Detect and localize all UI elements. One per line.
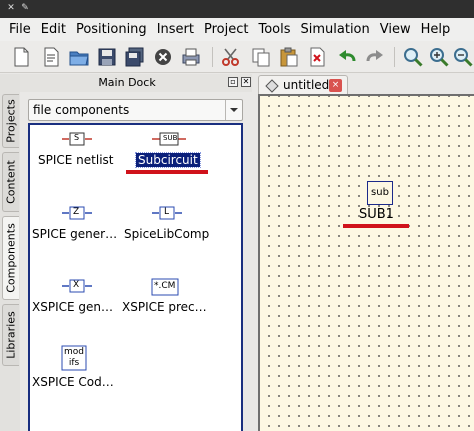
dock-title: Main Dock <box>98 76 156 89</box>
toolbar <box>0 41 474 73</box>
tab-projects-label: Projects <box>4 99 18 143</box>
xspice-codemodel-icon-text: mod ifs <box>64 347 84 368</box>
placed-subcircuit[interactable]: sub <box>367 181 393 205</box>
undo-icon[interactable] <box>336 46 358 68</box>
pin-icon[interactable]: ✎ <box>20 3 30 13</box>
tab-label: untitled <box>283 78 330 92</box>
save-icon[interactable] <box>96 46 118 68</box>
component-label-selected: Subcircuit <box>135 152 201 168</box>
component-label: SPICE netlist <box>38 153 114 167</box>
component-spice-netlist[interactable]: S SPICE netlist <box>30 131 125 179</box>
component-category-select[interactable]: file components <box>28 99 243 121</box>
zoom-fit-icon[interactable] <box>402 46 424 68</box>
dock-tabs: Projects Content Components Libraries <box>0 74 20 431</box>
tab-content-label: Content <box>4 160 18 204</box>
zoom-out-icon[interactable] <box>452 46 474 68</box>
window-close-icon[interactable]: ✕ <box>6 3 16 13</box>
xspice-precompiled-icon-text: *.CM <box>154 281 176 291</box>
save-all-icon[interactable] <box>124 46 146 68</box>
print-icon[interactable] <box>180 46 202 68</box>
close-file-icon[interactable] <box>152 46 174 68</box>
highlight-underline <box>343 224 409 228</box>
component-xspice-generic[interactable]: X XSPICE gen… <box>30 278 125 326</box>
component-spicelibcomp[interactable]: L SpiceLibComp <box>124 205 240 253</box>
redo-icon[interactable] <box>364 46 386 68</box>
component-label: XSPICE prec… <box>122 300 207 314</box>
spice-netlist-icon-text: S <box>74 133 80 142</box>
title-bar: ✕ ✎ <box>0 0 474 18</box>
new-file-icon[interactable] <box>10 46 32 68</box>
toolbar-separator <box>394 47 395 67</box>
spice-generic-icon-text: Z <box>73 207 80 217</box>
dock-float-icon[interactable]: ▫ <box>228 77 238 87</box>
menu-help[interactable]: Help <box>416 18 456 41</box>
subcircuit-icon-text: SUB <box>163 134 178 142</box>
menu-insert[interactable]: Insert <box>152 18 199 41</box>
delete-icon[interactable] <box>306 46 328 68</box>
menu-tools[interactable]: Tools <box>253 18 295 41</box>
menu-positioning[interactable]: Positioning <box>71 18 152 41</box>
chevron-down-icon[interactable] <box>225 100 242 120</box>
menu-simulation[interactable]: Simulation <box>296 18 375 41</box>
menu-bar: File Edit Positioning Insert Project Too… <box>0 18 474 41</box>
dock-close-icon[interactable]: ✕ <box>241 77 251 87</box>
schematic-canvas[interactable] <box>258 94 474 431</box>
zoom-in-icon[interactable] <box>428 46 450 68</box>
menu-edit[interactable]: Edit <box>36 18 71 41</box>
menu-project[interactable]: Project <box>199 18 253 41</box>
toolbar-separator <box>212 47 213 67</box>
tab-close-icon[interactable]: × <box>329 79 342 92</box>
tab-projects[interactable]: Projects <box>2 94 19 148</box>
open-folder-icon[interactable] <box>68 46 90 68</box>
component-label: SpiceLibComp <box>124 227 210 241</box>
tab-content[interactable]: Content <box>2 152 19 212</box>
app-window: ✕ ✎ File Edit Positioning Insert Project… <box>0 0 474 431</box>
new-text-icon[interactable] <box>40 46 62 68</box>
component-label: XSPICE Cod… <box>32 375 114 389</box>
component-label: SPICE gener… <box>32 227 118 241</box>
tab-libraries[interactable]: Libraries <box>2 304 19 366</box>
menu-view[interactable]: View <box>375 18 416 41</box>
component-list: S SPICE netlist SUB Subcircuit Z SPICE g… <box>28 123 243 431</box>
schematic-doc-icon <box>265 79 279 93</box>
component-spice-generic[interactable]: Z SPICE gener… <box>30 205 125 253</box>
cut-icon[interactable] <box>220 46 242 68</box>
highlight-underline <box>126 170 208 174</box>
component-label: XSPICE gen… <box>32 300 113 314</box>
copy-icon[interactable] <box>250 46 272 68</box>
placed-subcircuit-label[interactable]: SUB1 <box>359 207 394 222</box>
tab-components[interactable]: Components <box>2 216 19 300</box>
tab-untitled[interactable]: untitled × <box>258 75 348 94</box>
tab-components-label: Components <box>4 223 18 293</box>
spicelibcomp-icon-text: L <box>164 207 170 217</box>
component-xspice-precompiled[interactable]: *.CM XSPICE prec… <box>122 278 240 326</box>
combo-value: file components <box>33 103 130 117</box>
tab-libraries-label: Libraries <box>4 311 18 359</box>
xspice-generic-icon-text: X <box>73 280 80 290</box>
paste-icon[interactable] <box>278 46 300 68</box>
menu-file[interactable]: File <box>4 18 36 41</box>
component-xspice-codemodel[interactable]: mod ifs XSPICE Cod… <box>30 345 125 405</box>
dock-title-bar: Main Dock ▫ ✕ <box>20 74 252 92</box>
